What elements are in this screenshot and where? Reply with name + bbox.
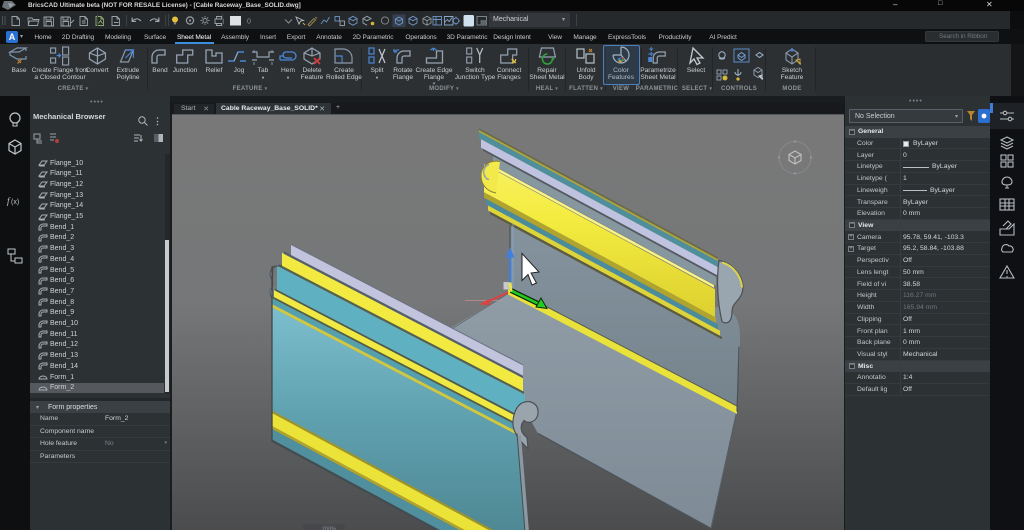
svg-text:(x): (x) — [11, 199, 19, 206]
svg-text:⋮: ⋮ — [153, 116, 162, 126]
svg-text:0: 0 — [247, 19, 251, 26]
svg-text:200%: 200% — [322, 526, 336, 530]
